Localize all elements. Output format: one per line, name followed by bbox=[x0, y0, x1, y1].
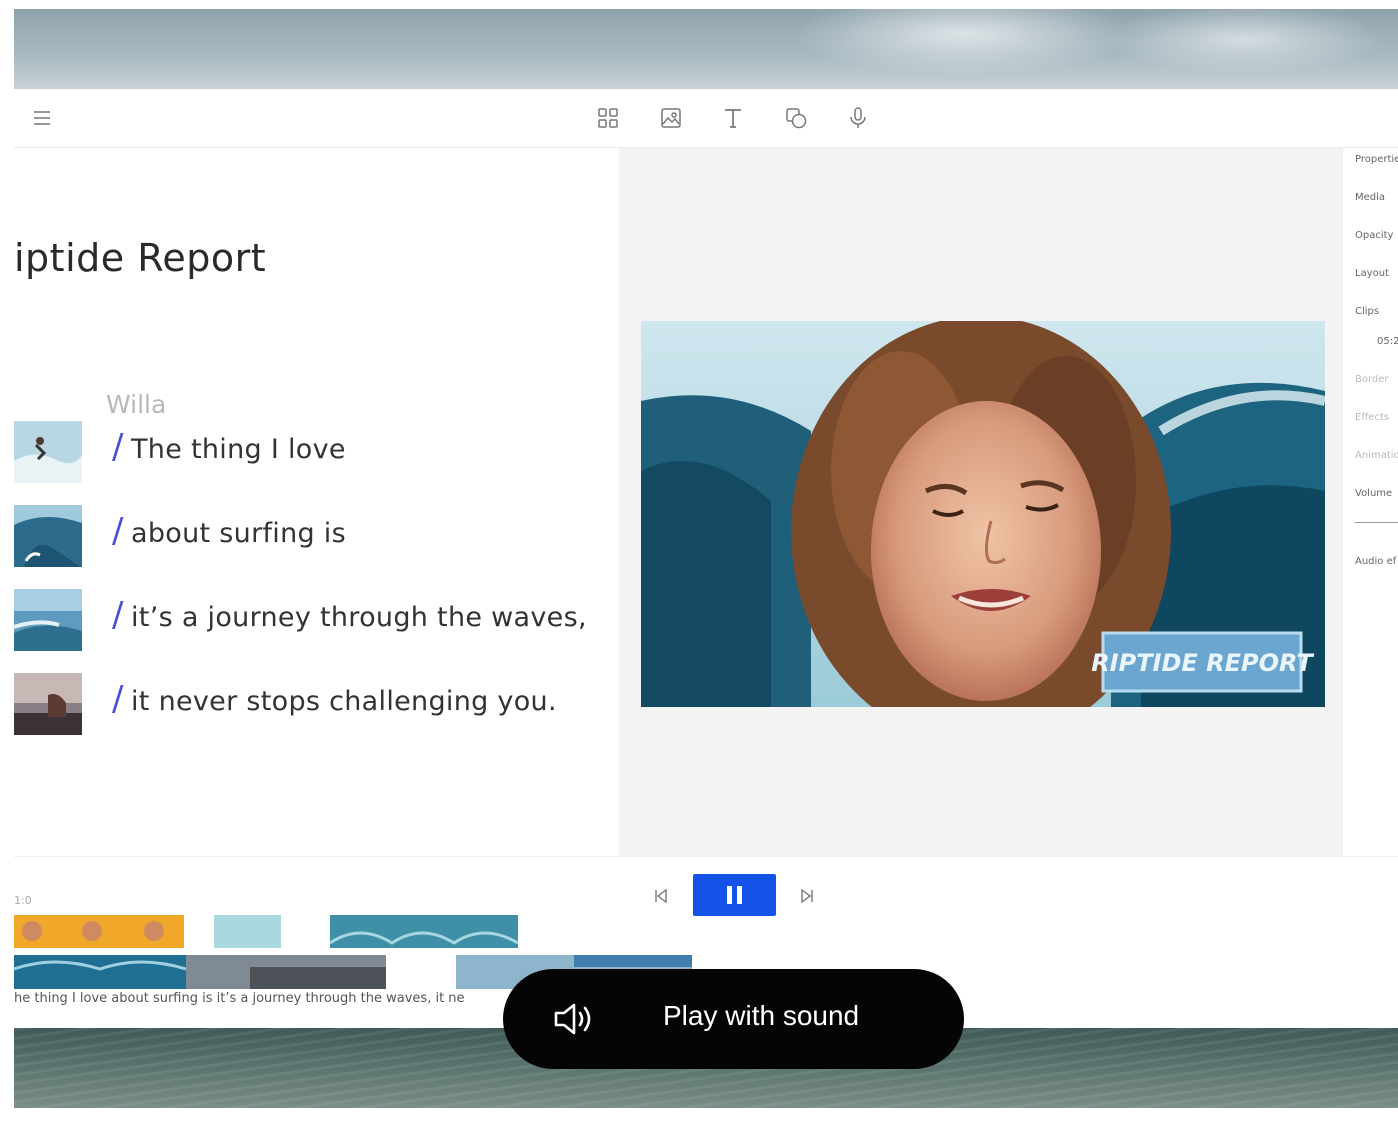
clip-thumbnail[interactable] bbox=[14, 421, 82, 483]
clip-thumbnail[interactable] bbox=[14, 589, 82, 651]
prop-audio-effects[interactable]: Audio ef bbox=[1355, 556, 1396, 567]
text-icon[interactable] bbox=[721, 106, 745, 130]
skip-forward-button[interactable] bbox=[798, 887, 816, 905]
microphone-icon[interactable] bbox=[846, 106, 870, 130]
script-line[interactable]: / The thing I love bbox=[14, 421, 614, 483]
skip-back-icon bbox=[655, 888, 667, 904]
clip-thumbnail[interactable] bbox=[14, 505, 82, 567]
grid-icon[interactable] bbox=[596, 106, 620, 130]
pause-icon bbox=[727, 886, 742, 904]
line-text[interactable]: about surfing is bbox=[131, 518, 346, 549]
prop-clip-time: 05:2 bbox=[1377, 336, 1398, 347]
clip-ocean[interactable] bbox=[14, 955, 186, 989]
prop-border[interactable]: Border bbox=[1355, 374, 1389, 385]
timeline-timecode: 1:0 bbox=[14, 894, 32, 907]
speaker-label[interactable]: Willa bbox=[106, 390, 166, 419]
volume-slider[interactable] bbox=[1355, 522, 1398, 523]
background-ocean-top bbox=[14, 9, 1398, 89]
top-toolbar bbox=[14, 89, 1398, 148]
image-icon[interactable] bbox=[659, 106, 683, 130]
prop-opacity[interactable]: Opacity bbox=[1355, 230, 1393, 241]
hamburger-menu-icon[interactable] bbox=[30, 106, 54, 130]
skip-back-button[interactable] bbox=[652, 887, 670, 905]
shapes-icon[interactable] bbox=[784, 106, 808, 130]
prop-properties[interactable]: Properties bbox=[1355, 154, 1398, 165]
prop-clips[interactable]: Clips bbox=[1355, 306, 1379, 317]
prop-volume[interactable]: Volume bbox=[1355, 488, 1392, 499]
video-preview[interactable]: RIPTIDE REPORT bbox=[641, 321, 1325, 707]
speaker-icon bbox=[554, 1003, 591, 1035]
line-marker: / bbox=[112, 595, 124, 635]
play-with-sound-button[interactable]: Play with sound bbox=[503, 969, 964, 1069]
prop-animation[interactable]: Animation bbox=[1355, 450, 1398, 461]
video-editor-window: iptide Report Willa / The thing I love /… bbox=[14, 89, 1398, 1029]
timeline-transcript[interactable]: he thing I love about surfing is it’s a … bbox=[14, 991, 534, 1006]
video-overlay-title: RIPTIDE REPORT bbox=[1091, 649, 1314, 677]
play-with-sound-label: Play with sound bbox=[663, 1000, 860, 1031]
document-title[interactable]: iptide Report bbox=[14, 236, 266, 280]
line-marker: / bbox=[112, 511, 124, 551]
pause-button[interactable] bbox=[693, 874, 776, 916]
script-line[interactable]: / it’s a journey through the waves, bbox=[14, 589, 614, 651]
clip-waves[interactable] bbox=[330, 915, 518, 948]
line-text[interactable]: it’s a journey through the waves, bbox=[131, 602, 587, 633]
script-panel: iptide Report Willa / The thing I love /… bbox=[14, 148, 619, 856]
line-marker: / bbox=[112, 427, 124, 467]
prop-effects[interactable]: Effects bbox=[1355, 412, 1389, 423]
line-text[interactable]: The thing I love bbox=[131, 434, 346, 465]
prop-layout[interactable]: Layout bbox=[1355, 268, 1389, 279]
script-line[interactable]: / about surfing is bbox=[14, 505, 614, 567]
clip-thumbnail[interactable] bbox=[14, 673, 82, 735]
script-line[interactable]: / it never stops challenging you. bbox=[14, 673, 614, 735]
skip-forward-icon bbox=[801, 888, 813, 904]
line-marker: / bbox=[112, 679, 124, 719]
line-text[interactable]: it never stops challenging you. bbox=[131, 686, 557, 717]
properties-panel: Properties Media Opacity Layout Clips 05… bbox=[1342, 148, 1398, 856]
prop-media[interactable]: Media bbox=[1355, 192, 1385, 203]
clip-beach[interactable] bbox=[214, 915, 281, 948]
